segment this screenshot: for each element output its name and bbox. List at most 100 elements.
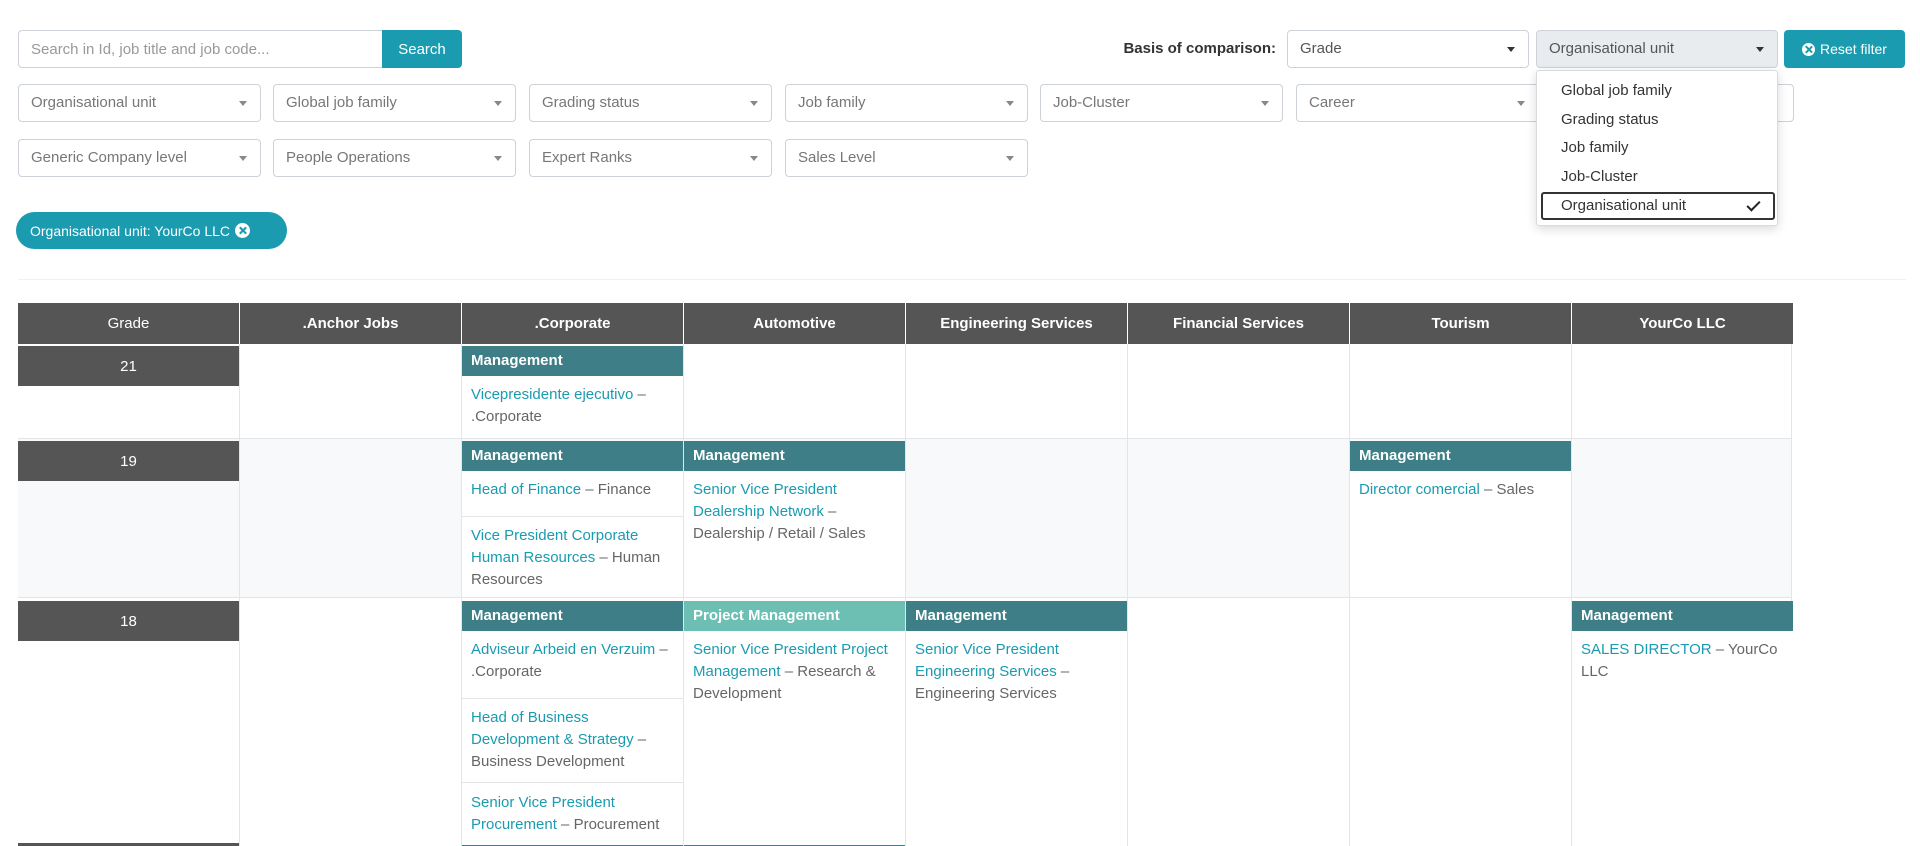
job-entry: Head of Business Development & Strategy … (462, 699, 683, 783)
filter-label: Organisational unit (31, 94, 157, 111)
job-entry: Director comercial – Sales (1350, 471, 1571, 508)
chevron-down-icon (750, 156, 758, 161)
job-unit: Engineering Services (915, 685, 1057, 702)
chevron-down-icon (1517, 101, 1525, 106)
filter-label: Global job family (286, 94, 397, 111)
column-header-automotive: Automotive (684, 303, 905, 344)
chevron-down-icon (239, 156, 247, 161)
remove-filter-icon[interactable] (235, 223, 251, 238)
separator: – (633, 731, 647, 748)
filter-job-family[interactable]: Job family (785, 84, 1028, 122)
job-title-link[interactable]: SALES DIRECTOR (1581, 641, 1712, 658)
search-input[interactable] (18, 30, 382, 68)
basis-grade-select[interactable]: Grade (1287, 30, 1529, 68)
job-entry: Adviseur Arbeid en Verzuim – .Corporate (462, 631, 683, 699)
filter-label: Generic Company level (31, 149, 187, 166)
basis-unit-dropdown-menu: Global job family Grading status Job fam… (1536, 70, 1778, 226)
job-entry: Senior Vice President Engineering Servic… (906, 631, 1127, 712)
reset-filter-label: Reset filter (1820, 41, 1887, 57)
job-unit: .Corporate (471, 408, 542, 425)
chevron-down-icon (239, 101, 247, 106)
job-family-header: Management (906, 601, 1127, 631)
separator: – (556, 816, 574, 833)
separator: – (1056, 663, 1070, 680)
job-title-link[interactable]: Vicepresidente ejecutivo (471, 386, 633, 403)
job-title-link[interactable]: Senior Vice President Engineering Servic… (915, 641, 1059, 680)
job-unit: .Corporate (471, 663, 542, 680)
job-title-link[interactable]: Head of Business Development & Strategy (471, 709, 634, 748)
job-title-link[interactable]: Director comercial (1359, 481, 1480, 498)
close-circle-icon (1802, 42, 1816, 56)
chip-label: Organisational unit: YourCo LLC (30, 222, 231, 239)
job-unit: Finance (597, 481, 652, 498)
filter-expert-ranks[interactable]: Expert Ranks (529, 139, 772, 177)
separator: – (823, 503, 837, 520)
chevron-down-icon (1006, 156, 1014, 161)
job-family-header: Management (462, 346, 683, 376)
job-family-header: Management (462, 441, 683, 471)
filter-generic-company-level[interactable]: Generic Company level (18, 139, 261, 177)
job-unit: Business Development (471, 753, 625, 770)
filter-organisational-unit[interactable]: Organisational unit (18, 84, 261, 122)
job-family-header: Management (1572, 601, 1793, 631)
filter-label: Job-Cluster (1053, 94, 1130, 111)
column-header-tourism: Tourism (1350, 303, 1571, 344)
column-header-yourco-llc: YourCo LLC (1572, 303, 1793, 344)
separator: – (655, 641, 668, 658)
chevron-down-icon (1507, 47, 1515, 52)
filter-job-cluster[interactable]: Job-Cluster (1040, 84, 1283, 122)
column-header-financial-services: Financial Services (1128, 303, 1349, 344)
job-title-link[interactable]: Adviseur Arbeid en Verzuim (471, 641, 655, 658)
column-header-anchor-jobs: .Anchor Jobs (240, 303, 461, 344)
job-family-header: Management (1350, 441, 1571, 471)
search-button[interactable]: Search (382, 30, 462, 68)
filter-label: People Operations (286, 149, 411, 166)
job-entry: Head of Finance – Finance (462, 471, 683, 517)
chevron-down-icon (750, 101, 758, 106)
filter-label: Grading status (542, 94, 640, 111)
basis-of-comparison-label: Basis of comparison: (1123, 40, 1276, 57)
job-entry: Vice President Corporate Human Resources… (462, 517, 683, 598)
job-entry: SALES DIRECTOR – YourCo LLC (1572, 631, 1793, 690)
job-title-link[interactable]: Head of Finance (471, 481, 581, 498)
column-header-corporate: .Corporate (462, 303, 683, 344)
job-entry: Senior Vice President Project Management… (684, 631, 905, 712)
separator: – (633, 386, 646, 403)
menu-item-job-family[interactable]: Job family (1541, 134, 1775, 162)
filter-label: Sales Level (798, 149, 876, 166)
grade-cell-21: 21 (18, 346, 239, 386)
grade-cell-18: 18 (18, 601, 239, 641)
column-header-grade: Grade (18, 303, 239, 344)
job-title-link[interactable]: Senior Vice President Dealership Network (693, 481, 837, 520)
grid-line (1127, 344, 1128, 846)
basis-grade-value: Grade (1300, 40, 1342, 57)
filter-sales-level[interactable]: Sales Level (785, 139, 1028, 177)
filter-global-job-family[interactable]: Global job family (273, 84, 516, 122)
grid-line (18, 438, 1792, 439)
filter-label: Expert Ranks (542, 149, 633, 166)
active-filter-chip: Organisational unit: YourCo LLC (16, 212, 287, 249)
chevron-down-icon (1261, 101, 1269, 106)
menu-item-global-job-family[interactable]: Global job family (1541, 77, 1775, 105)
chevron-down-icon (494, 101, 502, 106)
menu-item-label: Organisational unit (1561, 197, 1687, 214)
job-unit: Procurement (573, 816, 660, 833)
chevron-down-icon (1756, 47, 1764, 52)
filter-label: Job family (798, 94, 866, 111)
job-entry: Senior Vice President Dealership Network… (684, 471, 905, 552)
filter-grading-status[interactable]: Grading status (529, 84, 772, 122)
menu-item-job-cluster[interactable]: Job-Cluster (1541, 163, 1775, 191)
column-header-engineering-services: Engineering Services (906, 303, 1127, 344)
job-entry: Vicepresidente ejecutivo – .Corporate (462, 376, 683, 435)
filter-label: Career (1309, 94, 1355, 111)
chevron-down-icon (1006, 101, 1014, 106)
grid-line (18, 597, 1792, 598)
filter-people-operations[interactable]: People Operations (273, 139, 516, 177)
job-family-header: Management (462, 601, 683, 631)
basis-unit-select[interactable]: Organisational unit (1536, 30, 1778, 68)
filter-career[interactable]: Career (1296, 84, 1539, 122)
reset-filter-button[interactable]: Reset filter (1784, 30, 1905, 68)
menu-item-grading-status[interactable]: Grading status (1541, 106, 1775, 134)
menu-item-organisational-unit[interactable]: Organisational unit (1541, 192, 1775, 220)
grid-line (239, 344, 240, 846)
